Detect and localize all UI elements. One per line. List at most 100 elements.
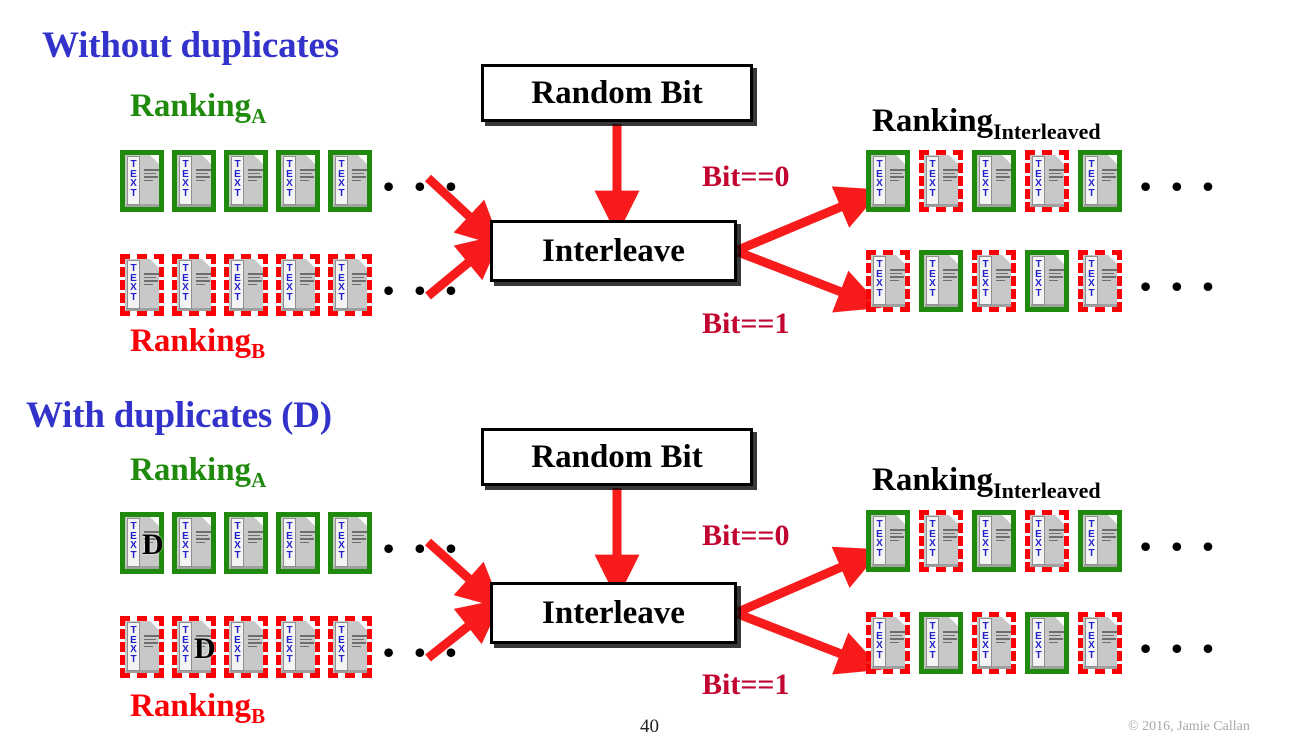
document-icon[interactable]: TEXT	[224, 254, 268, 316]
document-lines	[890, 631, 905, 645]
random-bit-box-panel2[interactable]: Random Bit	[481, 428, 753, 486]
document-icon[interactable]: TEXT	[972, 250, 1016, 312]
document-text-plate: TEXT	[127, 156, 140, 205]
document-icon[interactable]: TEXT	[120, 254, 164, 316]
document-icon[interactable]: TEXT	[866, 150, 910, 212]
document-icon[interactable]: TEXT	[276, 616, 320, 678]
document-icon[interactable]: TEXT	[1078, 150, 1122, 212]
document-lines	[248, 635, 263, 649]
document-text-plate: TEXT	[979, 618, 992, 667]
document-icon[interactable]: TEXT	[919, 612, 963, 674]
document-icon[interactable]: TEXT	[1078, 612, 1122, 674]
document-page: TEXT	[1030, 617, 1064, 669]
document-text-glyph: T	[338, 291, 345, 303]
document-text-plate: TEXT	[335, 518, 348, 567]
document-icon[interactable]: TEXT	[276, 254, 320, 316]
document-page: TEXT	[1083, 155, 1117, 207]
document-text-plate: TEXT	[283, 518, 296, 567]
document-lines	[1102, 631, 1117, 645]
document-icon[interactable]: TEXT	[1078, 510, 1122, 572]
ranking-interleaved-label-panel1: RankingInterleaved	[872, 103, 1101, 144]
ranking-a-label-panel1: RankingA	[130, 88, 266, 128]
document-page: TEXT	[177, 259, 211, 311]
ellipsis-ranking-b-panel1: • • •	[383, 272, 463, 308]
document-icon[interactable]: TEXT	[919, 250, 963, 312]
document-text-glyph: T	[876, 649, 883, 661]
document-icon[interactable]: TEXT	[919, 510, 963, 572]
document-page: TEXT	[977, 255, 1011, 307]
document-icon[interactable]: TEXT	[866, 612, 910, 674]
document-text-plate: TEXT	[1085, 618, 1098, 667]
document-icon[interactable]: TEXT	[120, 150, 164, 212]
document-icon[interactable]: TEXT	[1025, 612, 1069, 674]
document-icon[interactable]: TEXT	[1025, 150, 1069, 212]
document-text-plate: TEXT	[1032, 256, 1045, 305]
document-lines	[1102, 169, 1117, 183]
document-icon[interactable]: TEXT	[866, 510, 910, 572]
document-text-glyph: T	[130, 291, 137, 303]
document-icon[interactable]: TEXT	[224, 616, 268, 678]
document-text-plate: TEXT	[127, 518, 140, 567]
document-lines	[248, 531, 263, 545]
document-text-plate: TEXT	[873, 256, 886, 305]
document-text-glyph: T	[234, 653, 241, 665]
document-icon[interactable]: TEXT	[328, 254, 372, 316]
document-icon[interactable]: TEXT	[972, 612, 1016, 674]
document-icon[interactable]: TEXT	[919, 150, 963, 212]
document-icon[interactable]: TEXT	[224, 512, 268, 574]
document-text-plate: TEXT	[127, 260, 140, 309]
document-text-plate: TEXT	[926, 618, 939, 667]
document-icon[interactable]: TEXT	[1025, 250, 1069, 312]
document-icon[interactable]: TEXT	[172, 512, 216, 574]
document-icon[interactable]: TEXT	[120, 616, 164, 678]
document-lines	[1049, 529, 1064, 543]
document-text-glyph: T	[929, 187, 936, 199]
duplicate-marker-badge: D	[142, 528, 164, 561]
document-text-glyph: T	[286, 187, 293, 199]
document-text-glyph: T	[1088, 287, 1095, 299]
document-lines	[890, 169, 905, 183]
document-page: TEXT	[977, 155, 1011, 207]
interleave-box-panel2[interactable]: Interleave	[490, 582, 737, 644]
ranking-a-label-text: Ranking	[130, 88, 252, 124]
document-icon[interactable]: TEXT	[328, 616, 372, 678]
ellipsis-ranking-b-panel2: • • •	[383, 634, 463, 670]
document-page: TEXT	[1030, 515, 1064, 567]
random-bit-box-panel1[interactable]: Random Bit	[481, 64, 753, 122]
document-icon[interactable]: TEXT	[1078, 250, 1122, 312]
interleave-box-panel1[interactable]: Interleave	[490, 220, 737, 282]
document-text-glyph: T	[1035, 187, 1042, 199]
document-lines	[1049, 269, 1064, 283]
document-page: TEXT	[924, 155, 958, 207]
random-bit-box-label: Random Bit	[531, 74, 703, 111]
document-icon[interactable]: TEXT	[972, 150, 1016, 212]
document-text-plate: TEXT	[231, 518, 244, 567]
document-text-plate: TEXT	[873, 156, 886, 205]
document-text-glyph: T	[982, 187, 989, 199]
document-text-plate: TEXT	[179, 260, 192, 309]
ranking-a-label-panel2: RankingA	[130, 452, 266, 492]
document-page: TEXT	[333, 517, 367, 569]
document-icon[interactable]: TEXT	[172, 150, 216, 212]
document-icon[interactable]: TEXT	[866, 250, 910, 312]
document-text-glyph: T	[234, 549, 241, 561]
ellipsis-ranking-a-panel2: • • •	[383, 530, 463, 566]
document-icon[interactable]: TEXT	[1025, 510, 1069, 572]
ranking-b-label-panel1: RankingB	[130, 323, 265, 363]
document-icon[interactable]: TEXT	[972, 510, 1016, 572]
document-text-glyph: T	[929, 287, 936, 299]
document-icon[interactable]: TEXT	[172, 254, 216, 316]
document-icon[interactable]: TEXT	[276, 512, 320, 574]
interleave-box-label: Interleave	[542, 594, 685, 631]
document-text-plate: TEXT	[231, 156, 244, 205]
document-page: TEXT	[924, 255, 958, 307]
document-text-plate: TEXT	[1085, 156, 1098, 205]
document-text-plate: TEXT	[179, 156, 192, 205]
document-icon[interactable]: TEXT	[276, 150, 320, 212]
document-page: TEXT	[1030, 255, 1064, 307]
document-icon[interactable]: TEXT	[328, 512, 372, 574]
document-lines	[300, 635, 315, 649]
document-page: TEXT	[871, 515, 905, 567]
document-icon[interactable]: TEXT	[224, 150, 268, 212]
document-icon[interactable]: TEXT	[328, 150, 372, 212]
